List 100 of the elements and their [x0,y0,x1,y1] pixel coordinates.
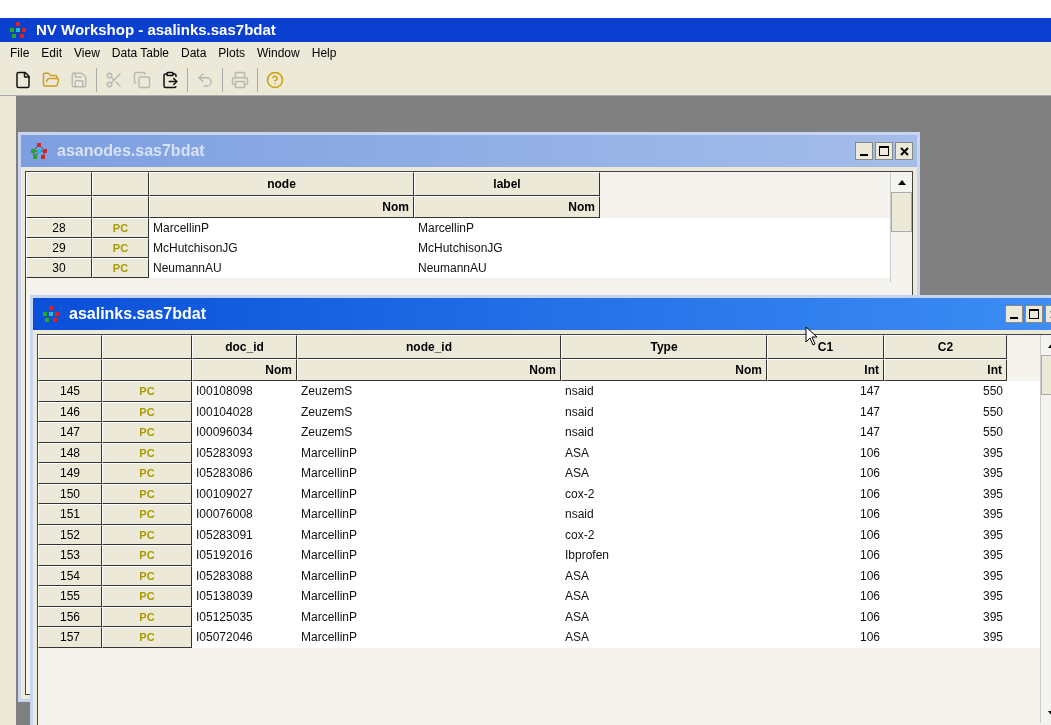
row-flag: PC [92,218,149,238]
new-file-icon [14,70,32,89]
row-number[interactable]: 156 [38,606,102,627]
table-cell-text: ASA [564,588,590,606]
header-cell [92,172,149,196]
table-cell-text: I05283093 [195,444,254,462]
table-cell-text: 395 [981,485,1004,503]
table-cell-text: 106 [858,526,881,544]
header-cell [38,359,102,381]
table-cell-text: 106 [858,567,881,585]
row-flag: PC [102,442,192,463]
row-flag: PC [102,565,192,586]
copy-icon [133,70,151,89]
maximize-button[interactable] [875,142,893,160]
scroll-thumb[interactable] [891,192,912,232]
table-cell-text: MarcellinP [300,485,358,503]
table-cell-text: I00104028 [195,403,254,421]
table-cell-text: nsaid [564,403,595,421]
table-cell-text: cox-2 [564,526,596,544]
table-cell-text: 395 [981,526,1004,544]
row-number[interactable]: 148 [38,442,102,463]
row-number[interactable]: 151 [38,504,102,525]
row-flag: PC [102,422,192,443]
row-number[interactable]: 154 [38,565,102,586]
menu-item[interactable]: Plots [212,44,252,62]
close-button[interactable] [895,142,913,160]
menu-item[interactable]: Data [175,44,213,62]
table-cell-text: nsaid [564,506,595,524]
column-header[interactable]: node [149,172,414,196]
table-cell-text: MarcellinP [300,588,358,606]
table-cell-text: nsaid [564,383,595,401]
scrollbar[interactable] [890,172,912,282]
row-number[interactable]: 152 [38,524,102,545]
column-header[interactable]: doc_id [192,335,297,359]
menu-item[interactable]: Data Table [105,44,175,62]
row-number[interactable]: 30 [26,258,92,278]
network-icon [29,142,49,160]
save-icon [70,70,88,89]
table-cell-text: MarcellinP [300,465,358,483]
window-title-bar[interactable]: asalinks.sas7bdat [33,298,1051,330]
row-number[interactable]: 153 [38,545,102,566]
table-cell-text: 550 [981,383,1004,401]
table-cell-text: 550 [981,403,1004,421]
minimize-button[interactable] [1005,305,1023,323]
table-cell-text: I00076008 [195,506,254,524]
app-title-bar[interactable]: NV Workshop - asalinks.sas7bdat [0,18,1051,42]
row-number[interactable]: 150 [38,483,102,504]
table-cell-text: ASA [564,567,590,585]
maximize-icon [1029,309,1039,319]
row-number[interactable]: 147 [38,422,102,443]
column-header[interactable]: C1 [767,335,884,359]
table-cell-text: McHutchisonJG [152,240,239,257]
table-cell-text: 395 [981,588,1004,606]
row-flag: PC [102,504,192,525]
scissors-icon [105,70,123,89]
header-cell [38,335,102,359]
row-number[interactable]: 145 [38,381,102,402]
row-number[interactable]: 29 [26,238,92,258]
network-icon [41,305,61,323]
table-cell-text: 147 [858,424,881,442]
table-cell-text: ASA [564,608,590,626]
column-type: Nom [414,196,600,218]
undo-icon [196,70,214,89]
minimize-button[interactable] [855,142,873,160]
menu-item[interactable]: Help [305,44,343,62]
menu-item[interactable]: Window [251,44,306,62]
printer-icon [231,70,249,89]
maximize-button[interactable] [1025,305,1043,323]
table-cell-text: 395 [981,506,1004,524]
table-cell-text: 395 [981,608,1004,626]
menu-item[interactable]: File [4,44,36,62]
row-number[interactable]: 157 [38,627,102,648]
row-number[interactable]: 149 [38,463,102,484]
table-cell-text: 147 [858,403,881,421]
row-flag: PC [102,545,192,566]
table-cell-text: ZeuzemS [300,383,354,401]
table-cell-text: ASA [564,465,590,483]
table-cell-text: MarcellinP [300,629,358,647]
table-cell-text: I05125035 [195,608,254,626]
row-flag: PC [92,258,149,278]
row-number[interactable]: 28 [26,218,92,238]
row-number[interactable]: 155 [38,586,102,607]
table-cell-text: I05283091 [195,526,254,544]
column-header[interactable]: label [414,172,600,196]
row-number[interactable]: 146 [38,401,102,422]
row-flag: PC [102,483,192,504]
table-cell-text: MarcellinP [417,220,475,237]
table-cell-text: 395 [981,465,1004,483]
menu-item[interactable]: View [68,44,106,62]
column-header[interactable]: C2 [884,335,1007,359]
table-cell-text: 147 [858,383,881,401]
column-header[interactable]: Type [561,335,767,359]
table-cell-text: ZeuzemS [300,403,354,421]
column-header[interactable]: node_id [297,335,561,359]
maximize-icon [879,146,889,156]
menu-item[interactable]: Edit [35,44,69,62]
table-cell-text: 106 [858,444,881,462]
row-flag: PC [102,606,192,627]
table-cell-text: cox-2 [564,485,596,503]
column-type: Nom [149,196,414,218]
